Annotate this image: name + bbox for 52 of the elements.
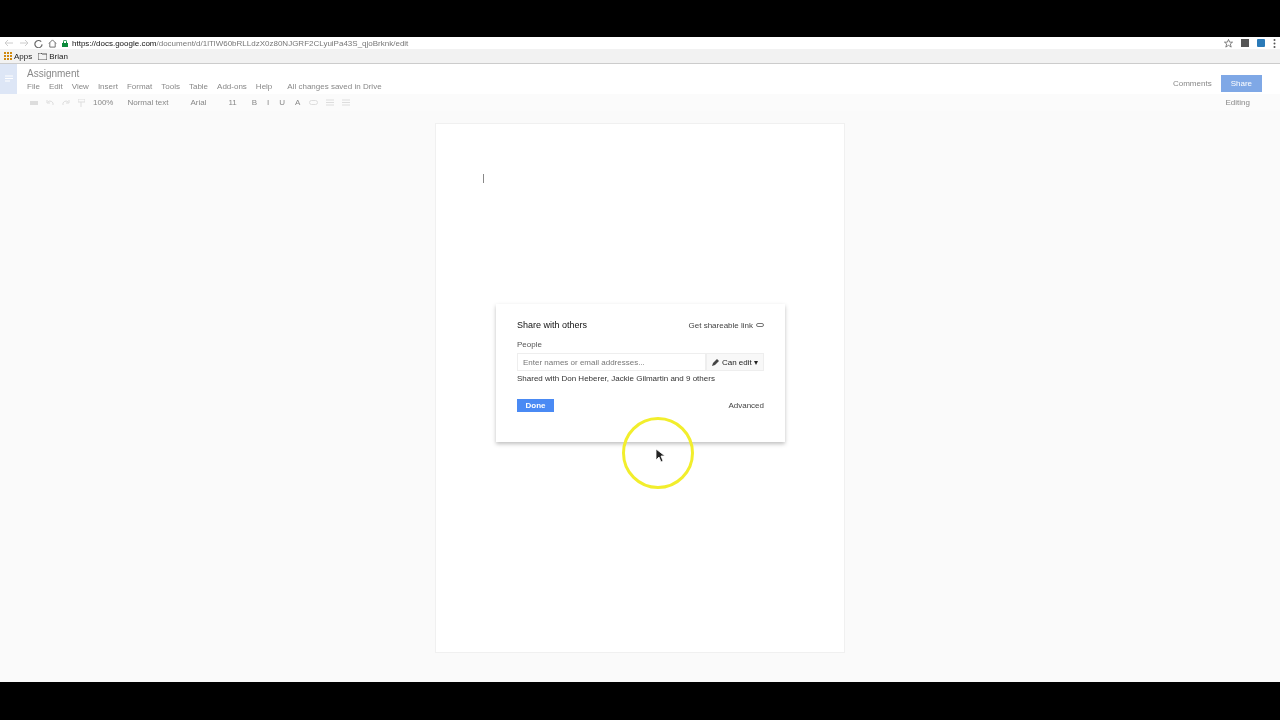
zoom-select[interactable]: 100% — [93, 98, 120, 107]
undo-icon[interactable] — [46, 99, 54, 106]
shareable-link[interactable]: Get shareable link — [688, 320, 764, 330]
done-button[interactable]: Done — [517, 399, 554, 412]
menu-item[interactable]: Table — [188, 82, 209, 91]
menu-item[interactable]: Help — [255, 82, 273, 91]
style-select[interactable]: Normal text — [127, 98, 183, 107]
menu-item[interactable]: File — [27, 82, 40, 91]
people-input[interactable]: Enter names or email addresses... — [517, 353, 706, 371]
share-button[interactable]: Share — [1220, 74, 1262, 92]
lock-icon — [62, 39, 68, 47]
text-cursor — [483, 174, 484, 183]
menu-item[interactable]: Edit — [48, 82, 63, 91]
menu-item[interactable]: Insert — [97, 82, 118, 91]
menu-item[interactable]: Add-ons — [217, 82, 247, 91]
font-size-select[interactable]: 11 — [228, 98, 243, 107]
permission-dropdown[interactable]: Can edit ▾ — [705, 353, 764, 371]
star-icon[interactable] — [1224, 38, 1233, 48]
address-bar[interactable]: https://docs.google.com/document/d/1lTlW60bRLLdzX0z80NJGRF2CLyuiPa43S_qjoBrknk/edit — [72, 38, 409, 48]
grid-icon — [4, 52, 12, 60]
people-label: People — [517, 340, 543, 349]
format-button[interactable]: B — [250, 98, 259, 107]
document-title[interactable]: Assignment — [27, 68, 382, 79]
advanced-link[interactable]: Advanced — [728, 401, 764, 410]
back-icon[interactable] — [4, 39, 14, 47]
editing-mode[interactable]: Editing — [1225, 98, 1250, 107]
menu-item[interactable]: Format — [126, 82, 153, 91]
docs-logo[interactable] — [0, 64, 17, 94]
bookmark[interactable]: Brian — [38, 51, 68, 61]
folder-icon — [38, 52, 48, 60]
shared-with-text: Shared with Don Heberer, Jackie Gilmartin and 9 others — [517, 374, 716, 383]
format-button[interactable]: A — [294, 98, 302, 107]
list-icon[interactable] — [326, 99, 335, 106]
reload-icon[interactable] — [34, 38, 43, 48]
format-button[interactable]: U — [278, 98, 287, 107]
mouse-pointer-icon — [655, 448, 665, 463]
redo-icon[interactable] — [62, 99, 70, 106]
link-icon — [756, 323, 764, 327]
list-icon[interactable] — [342, 99, 351, 106]
forward-icon[interactable] — [19, 39, 29, 47]
menu-item[interactable]: Tools — [161, 82, 180, 91]
bookmark[interactable]: Apps — [4, 51, 33, 61]
home-icon[interactable] — [48, 38, 57, 48]
font-select[interactable]: Arial — [190, 98, 221, 107]
menu-icon[interactable] — [1273, 38, 1276, 48]
pencil-icon — [711, 358, 719, 366]
print-icon[interactable] — [30, 99, 38, 106]
save-status: All changes saved in Drive — [287, 82, 382, 91]
menu-item[interactable]: View — [71, 82, 89, 91]
format-button[interactable]: I — [266, 98, 271, 107]
link-icon[interactable] — [309, 100, 319, 105]
dialog-title: Share with others — [517, 320, 588, 330]
